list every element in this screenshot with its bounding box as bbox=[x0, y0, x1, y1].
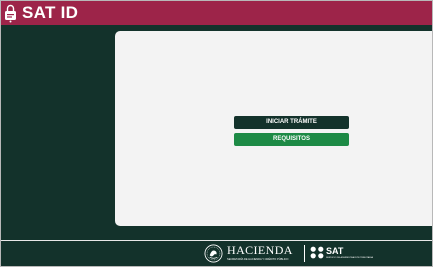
hacienda-name: HACIENDA bbox=[227, 243, 293, 257]
footer-top-rule bbox=[1, 240, 432, 241]
hacienda-subtitle: SECRETARÍA DE HACIENDA Y CRÉDITO PÚBLICO bbox=[227, 258, 289, 261]
content-card: INICIAR TRÁMITE REQUISITOS bbox=[115, 31, 432, 226]
requirements-button[interactable]: REQUISITOS bbox=[234, 133, 349, 146]
mexican-seal-icon bbox=[204, 244, 223, 263]
sat-name: SAT bbox=[326, 246, 344, 256]
main-area: INICIAR TRÁMITE REQUISITOS bbox=[1, 28, 432, 240]
app-title: SAT ID bbox=[22, 3, 79, 22]
app-window: SAT ID INICIAR TRÁMITE REQUISITOS HACIEN… bbox=[0, 0, 433, 267]
sat-subtitle: SERVICIO DE ADMINISTRACIÓN TRIBUTARIA bbox=[326, 257, 373, 259]
footer-bar: HACIENDA SECRETARÍA DE HACIENDA Y CRÉDIT… bbox=[1, 240, 432, 266]
footer-divider bbox=[304, 245, 305, 262]
sat-logo-icon bbox=[310, 246, 324, 259]
lock-id-icon bbox=[5, 4, 16, 23]
start-procedure-button[interactable]: INICIAR TRÁMITE bbox=[234, 116, 349, 129]
header-bar: SAT ID bbox=[1, 1, 432, 25]
